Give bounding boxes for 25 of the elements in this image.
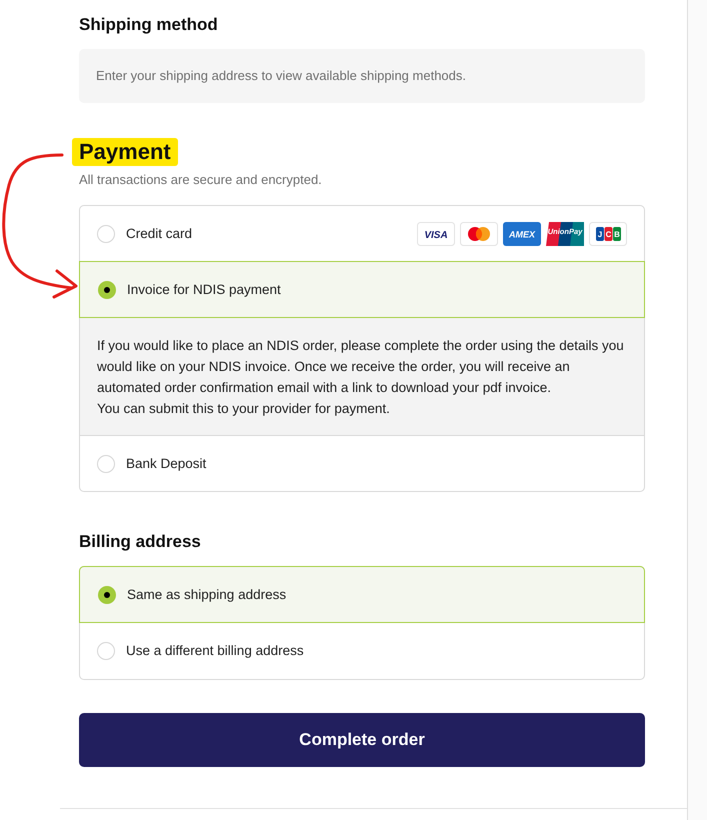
billing-option[interactable]: Use a different billing address	[80, 623, 644, 679]
section-heading: Shipping method	[79, 14, 219, 36]
radio-button[interactable]	[97, 454, 115, 472]
radio-button[interactable]	[98, 280, 116, 298]
visa-logo-icon: VISA	[417, 222, 455, 246]
radio-button[interactable]	[97, 642, 115, 660]
billing-option[interactable]: Same as shipping address	[79, 566, 645, 623]
payment-option[interactable]: Invoice for NDIS payment	[79, 261, 645, 318]
payment-option[interactable]: Bank Deposit	[80, 435, 644, 491]
mastercard-logo-icon	[460, 222, 498, 246]
subtitle-text: All transactions are secure and encrypted.	[79, 171, 323, 189]
option-label: Bank Deposit	[126, 454, 206, 473]
option-label: Credit card	[126, 225, 192, 243]
radio-button[interactable]	[98, 586, 116, 604]
option-label: Invoice for NDIS payment	[127, 280, 281, 299]
details-text: You can submit this to your provider for payment.	[97, 400, 391, 418]
amex-logo-icon: AMEX	[503, 222, 541, 246]
option-label: Same as shipping address	[127, 586, 286, 604]
radio-button[interactable]	[97, 225, 115, 243]
shipping-notice: Enter your shipping address to view available shipping methods.	[79, 49, 645, 103]
section-heading: Billing address	[79, 531, 202, 553]
details-text: If you would like to place an NDIS order, please complete the order using the details you would like on your NDIS invoice. Once we receive the order, you will receive an automated order confirmation email with a link to download your pdf invoice.	[97, 337, 625, 397]
payment-heading: Payment	[72, 138, 178, 166]
complete-order-button[interactable]: Complete order	[79, 713, 645, 767]
option-label: Use a different billing address	[126, 642, 304, 660]
